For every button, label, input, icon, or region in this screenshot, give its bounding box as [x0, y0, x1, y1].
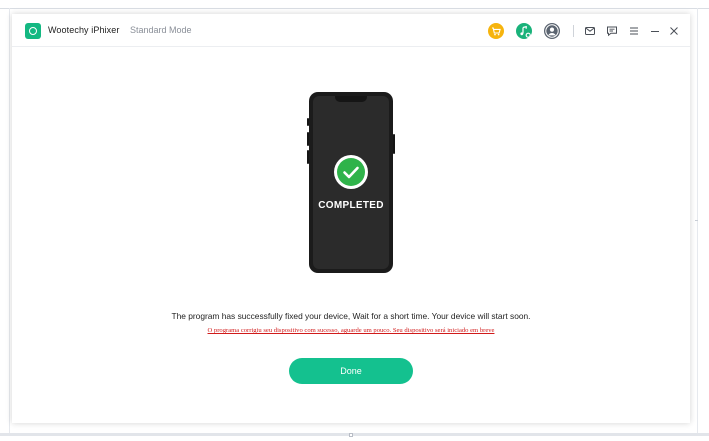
translated-message: O programa corrigiu seu dispositivo com … [207, 327, 495, 334]
success-message: The program has successfully fixed your … [171, 311, 531, 321]
frame-mark [695, 220, 698, 221]
done-button[interactable]: Done [289, 358, 413, 384]
title-bar: Wootechy iPhixer Standard Mode [12, 14, 690, 47]
cart-icon[interactable] [488, 23, 504, 39]
menu-icon[interactable] [628, 24, 640, 36]
mode-label: Standard Mode [130, 25, 192, 35]
app-title: Wootechy iPhixer [48, 25, 120, 35]
frame-edge-right [697, 8, 698, 436]
status-label: COMPLETED [318, 200, 384, 211]
phone-power-button [393, 134, 395, 154]
resize-handle[interactable] [349, 433, 353, 437]
success-check-icon [334, 155, 368, 189]
app-window: Wootechy iPhixer Standard Mode COMPLETED… [12, 14, 690, 423]
frame-edge-left [9, 8, 10, 436]
app-logo-icon [25, 23, 41, 39]
frame-edge-bottom [0, 433, 709, 436]
frame-edge-top [0, 8, 709, 9]
mail-icon[interactable] [584, 24, 596, 36]
music-key-icon[interactable] [516, 23, 532, 39]
phone-notch [335, 96, 367, 102]
user-account-icon[interactable] [544, 23, 560, 39]
toolbar-divider [573, 25, 574, 37]
close-icon[interactable] [668, 24, 680, 36]
feedback-icon[interactable] [606, 24, 618, 37]
minimize-icon[interactable] [649, 24, 661, 36]
